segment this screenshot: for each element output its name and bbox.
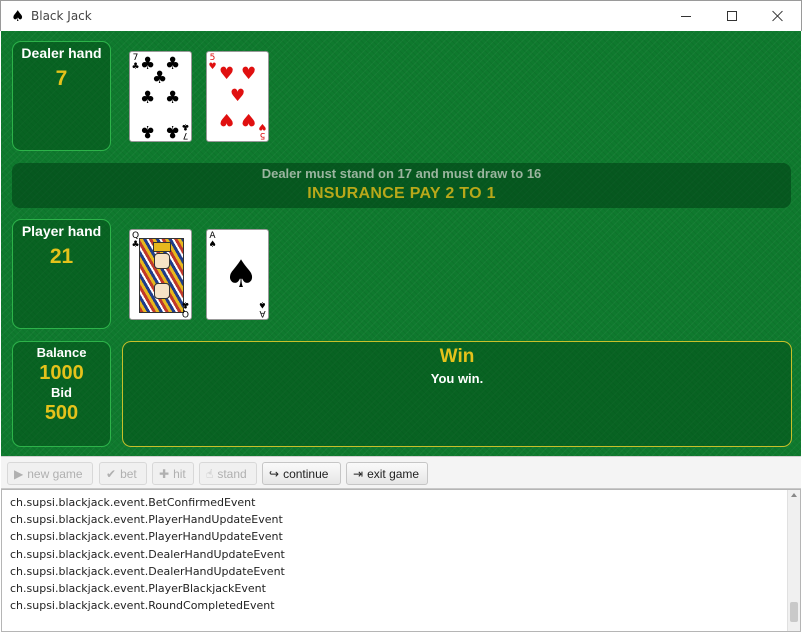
toolbar: ▶ new game ✔ bet ✚ hit ☝ stand ↪ continu… (1, 456, 801, 489)
result-panel: Win You win. (122, 341, 792, 447)
bid-label: Bid (51, 385, 72, 400)
exit-game-label: exit game (367, 466, 420, 481)
balance-value: 1000 (39, 362, 84, 384)
hit-button[interactable]: ✚ hit (152, 462, 194, 485)
player-hand-panel: Player hand 21 (12, 219, 111, 329)
queen-face-art (139, 238, 184, 313)
log-line: ch.supsi.blackjack.event.PlayerBlackjack… (10, 581, 266, 595)
balance-panel: Balance 1000 Bid 500 (12, 341, 111, 447)
log-scrollbar[interactable] (787, 490, 800, 631)
exit-game-button[interactable]: ⇥ exit game (346, 462, 428, 485)
thumbs-up-icon: ☝ (206, 466, 214, 481)
stand-label: stand (217, 466, 247, 481)
new-game-button[interactable]: ▶ new game (7, 462, 93, 485)
plus-icon: ✚ (159, 466, 170, 481)
dealer-hand-label: Dealer hand (21, 45, 102, 61)
balance-label: Balance (36, 345, 87, 360)
event-log-lines: ch.supsi.blackjack.event.BetConfirmedEve… (10, 494, 285, 614)
hit-label: hit (173, 466, 186, 481)
player-hand-label: Player hand (21, 223, 102, 239)
log-line: ch.supsi.blackjack.event.DealerHandUpdat… (10, 547, 285, 561)
minimize-icon (681, 15, 691, 17)
continue-label: continue (283, 466, 329, 481)
maximize-button[interactable] (709, 1, 755, 31)
maximize-icon (727, 11, 737, 21)
continue-button[interactable]: ↪ continue (262, 462, 341, 485)
log-line: ch.supsi.blackjack.event.BetConfirmedEve… (10, 496, 256, 509)
new-game-label: new game (27, 466, 83, 481)
bet-label: bet (120, 466, 137, 481)
game-table: Dealer hand 7 7 ♣ ♣ ♣ ♣ ♣ ♣ ♣ ♣ 7 ♣ 5 ♥ ♥ ♥… (1, 31, 801, 456)
bid-value: 500 (44, 402, 79, 424)
log-line: ch.supsi.blackjack.event.DealerHandUpdat… (10, 564, 285, 578)
rule-banner: Dealer must stand on 17 and must draw to… (12, 163, 791, 208)
minimize-button[interactable] (663, 1, 709, 31)
title-bar: ♠ Black Jack (0, 0, 802, 31)
log-line: ch.supsi.blackjack.event.PlayerHandUpdat… (10, 513, 283, 527)
spade-icon: ♠ (11, 7, 25, 25)
close-icon (772, 10, 784, 22)
dealer-card-2: 5 ♥ ♥ ♥ ♥ ♥ ♥ 5 ♥ (206, 51, 269, 142)
log-line: ch.supsi.blackjack.event.RoundCompletedE… (10, 599, 275, 613)
stand-button[interactable]: ☝ stand (199, 462, 257, 485)
window-title: Black Jack (31, 9, 92, 23)
result-message: You win. (430, 371, 484, 386)
play-icon: ▶ (14, 466, 24, 481)
log-line: ch.supsi.blackjack.event.PlayerHandUpdat… (10, 530, 283, 544)
dealer-hand-value: 7 (55, 67, 68, 90)
dealer-hand-panel: Dealer hand 7 (12, 41, 111, 151)
result-title: Win (439, 346, 475, 367)
event-log[interactable]: ch.supsi.blackjack.event.BetConfirmedEve… (1, 489, 801, 632)
player-card-1: Q ♣ Q ♣ (129, 229, 192, 320)
ace-spade-pip: ♠ (224, 252, 259, 296)
dealer-card-1: 7 ♣ ♣ ♣ ♣ ♣ ♣ ♣ ♣ 7 ♣ (129, 51, 192, 142)
sign-out-icon: ⇥ (353, 466, 364, 481)
insurance-text: INSURANCE PAY 2 TO 1 (307, 185, 496, 202)
check-icon: ✔ (106, 466, 117, 481)
player-card-2: A ♠ ♠ A ♠ (206, 229, 269, 320)
bet-button[interactable]: ✔ bet (99, 462, 147, 485)
dealer-rule-text: Dealer must stand on 17 and must draw to… (261, 166, 542, 181)
scroll-up-icon[interactable] (791, 493, 797, 497)
scroll-thumb[interactable] (790, 602, 798, 622)
close-button[interactable] (755, 1, 801, 31)
share-arrow-icon: ↪ (269, 466, 280, 481)
player-hand-value: 21 (49, 245, 74, 268)
